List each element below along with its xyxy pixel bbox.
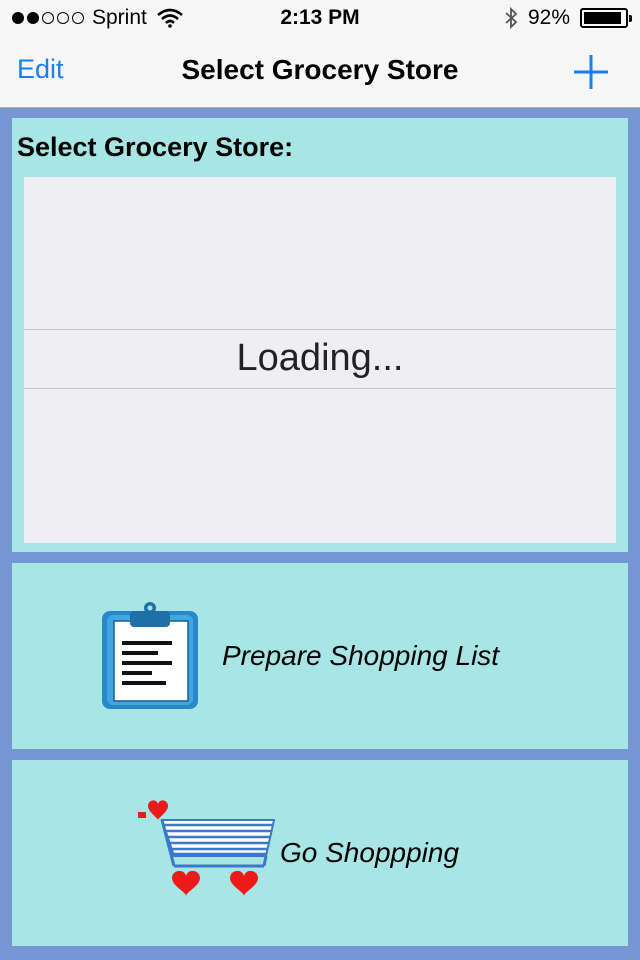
picker-selection-line-bottom <box>24 388 616 389</box>
battery-percent: 92% <box>527 6 570 29</box>
go-shopping-button[interactable]: Go Shoppping <box>12 760 628 946</box>
prepare-button-content: Prepare Shopping List <box>12 563 628 749</box>
prepare-shopping-list-label: Prepare Shopping List <box>222 640 500 671</box>
status-right: 92% <box>504 6 632 30</box>
picker-selected-value[interactable]: Loading... <box>24 337 616 380</box>
page-title: Select Grocery Store <box>181 54 459 85</box>
add-button[interactable] <box>572 53 610 91</box>
go-shopping-label: Go Shoppping <box>280 837 460 868</box>
battery-fill <box>584 12 621 24</box>
clipboard-icon <box>102 602 198 709</box>
store-selection-panel: Select Grocery Store: Loading... <box>12 118 628 552</box>
battery-icon <box>580 8 632 28</box>
prepare-shopping-list-button[interactable]: Prepare Shopping List <box>12 563 628 749</box>
shopping-cart-icon <box>138 800 276 896</box>
bluetooth-icon <box>505 7 518 29</box>
status-bar: Sprint 2:13 PM 92% <box>0 0 640 36</box>
navigation-bar: Edit Select Grocery Store <box>0 36 640 108</box>
store-picker[interactable]: Loading... <box>24 177 616 543</box>
shop-button-content: Go Shoppping <box>12 760 628 946</box>
plus-icon <box>574 55 608 89</box>
picker-selection-line-top <box>24 329 616 330</box>
section-label: Select Grocery Store: <box>17 132 294 162</box>
